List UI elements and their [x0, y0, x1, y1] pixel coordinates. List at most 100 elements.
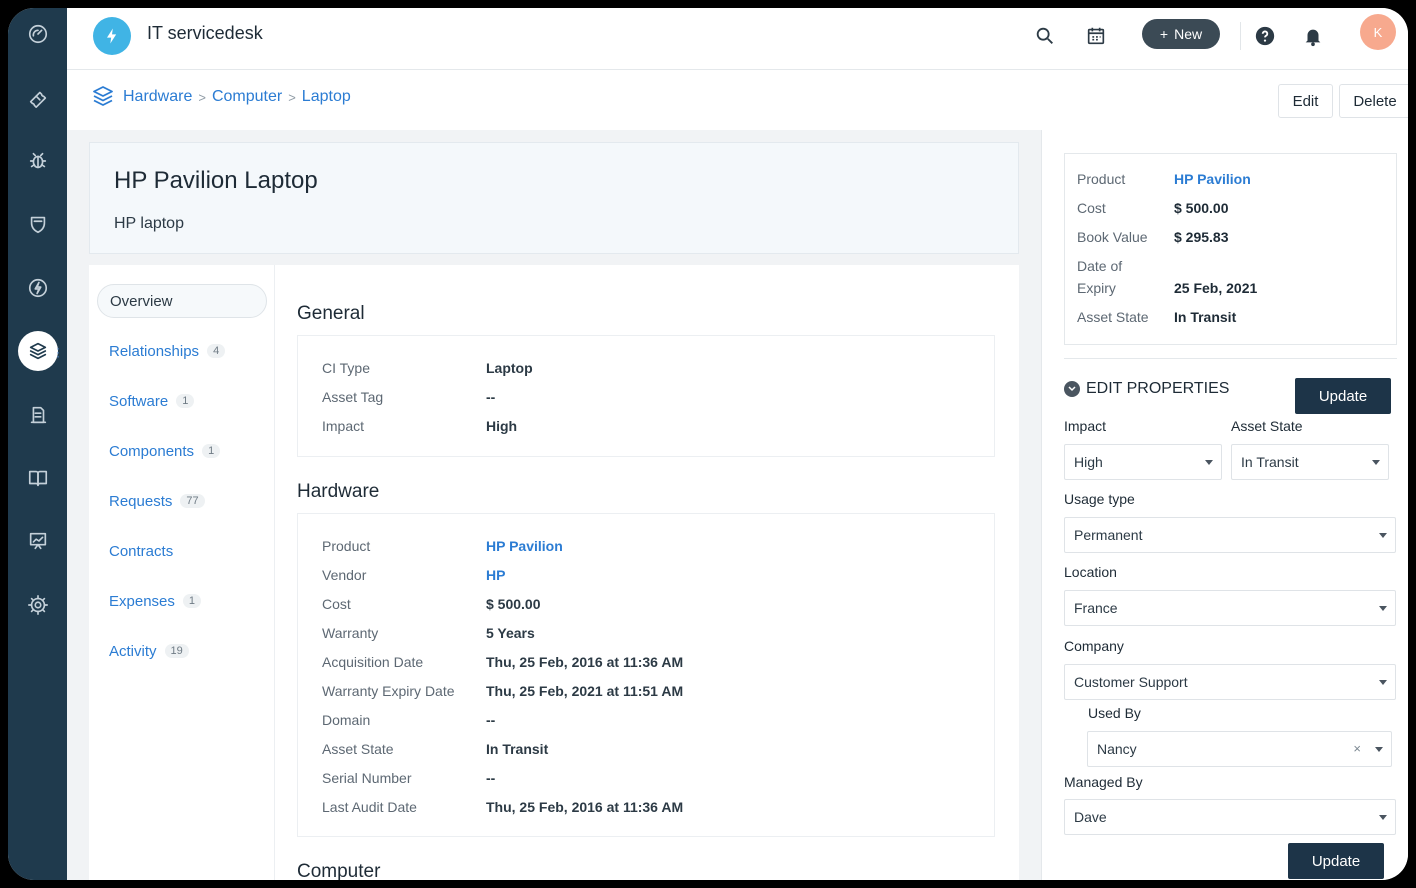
tab-label: Activity: [109, 642, 157, 660]
breadcrumb-separator: >: [198, 89, 206, 105]
section-title-hardware: Hardware: [297, 481, 380, 502]
field-label: Acquisition Date: [322, 654, 424, 670]
field-value: --: [486, 770, 496, 786]
breadcrumb-hardware[interactable]: Hardware: [123, 88, 192, 106]
caret-down-icon: [1379, 533, 1387, 538]
summary-label-line: Date of: [1077, 258, 1123, 274]
tab-label: Components: [109, 442, 195, 460]
summary-row: Date of Expiry 25 Feb, 2021: [1077, 255, 1257, 299]
search-icon[interactable]: [1030, 21, 1060, 51]
hardware-panel: Product HP Pavilion Vendor HP Cost $ 500…: [297, 513, 995, 837]
bell-icon[interactable]: [1298, 21, 1328, 51]
field-label: Asset State: [322, 741, 394, 757]
general-row: Asset Tag --: [322, 389, 495, 405]
tab-count: 1: [202, 444, 221, 458]
update-button-bottom[interactable]: Update: [1288, 843, 1384, 879]
summary-value: In Transit: [1174, 309, 1237, 325]
tab-count: 1: [176, 394, 195, 408]
dashboard-icon[interactable]: [18, 14, 58, 54]
tab-count: 1: [182, 594, 201, 608]
summary-row: Cost $ 500.00: [1077, 197, 1229, 219]
analytics-icon[interactable]: [18, 521, 58, 561]
product-link[interactable]: HP Pavilion: [486, 538, 563, 554]
lightning-icon[interactable]: [18, 268, 58, 308]
edit-properties-toggle[interactable]: EDIT PROPERTIES: [1064, 380, 1229, 398]
breadcrumb-bar: Hardware > Computer > Laptop Edit Delete: [67, 70, 1408, 130]
delete-button[interactable]: Delete: [1339, 84, 1408, 118]
tab-software[interactable]: Software 1: [97, 384, 267, 418]
shield-icon[interactable]: [18, 204, 58, 244]
calendar-icon[interactable]: [1081, 21, 1111, 51]
caret-down-icon: [1372, 460, 1380, 465]
tab-relationships[interactable]: Relationships 4: [97, 334, 267, 368]
select-value: Customer Support: [1074, 674, 1188, 690]
tab-contracts[interactable]: Contracts: [97, 534, 267, 568]
breadcrumb-separator: >: [288, 89, 296, 105]
select-value: Nancy: [1097, 741, 1137, 757]
app-logo[interactable]: [93, 17, 131, 55]
hardware-row: Warranty 5 Years: [322, 625, 535, 641]
breadcrumb-laptop[interactable]: Laptop: [302, 88, 351, 106]
caret-down-icon: [1379, 606, 1387, 611]
new-button[interactable]: + New: [1142, 19, 1220, 49]
assets-icon[interactable]: [18, 331, 58, 371]
detail-tabs: Overview Relationships 4 Software 1 Comp…: [89, 265, 275, 880]
select-value: Dave: [1074, 809, 1107, 825]
select-value: In Transit: [1241, 454, 1299, 470]
field-label: Warranty Expiry Date: [322, 683, 455, 699]
hardware-row: Domain --: [322, 712, 495, 728]
hardware-row: Last Audit Date Thu, 25 Feb, 2016 at 11:…: [322, 799, 683, 815]
tab-expenses[interactable]: Expenses 1: [97, 584, 267, 618]
field-label: Product: [322, 538, 371, 554]
summary-product-link[interactable]: HP Pavilion: [1174, 168, 1251, 190]
section-title-computer: Computer: [297, 861, 381, 880]
more-dots-icon: · · ·: [56, 341, 60, 363]
help-icon[interactable]: [1250, 21, 1280, 51]
bug-icon[interactable]: [18, 141, 58, 181]
tab-activity[interactable]: Activity 19: [97, 634, 267, 668]
page-title: HP Pavilion Laptop: [114, 167, 318, 194]
caret-down-icon: [1379, 680, 1387, 685]
summary-label: Date of Expiry: [1077, 255, 1174, 299]
book-icon[interactable]: [18, 458, 58, 498]
tab-components[interactable]: Components 1: [97, 434, 267, 468]
tab-count: 19: [164, 644, 189, 658]
summary-label: Cost: [1077, 200, 1106, 216]
impact-select[interactable]: High: [1064, 444, 1222, 480]
summary-value: $ 500.00: [1174, 200, 1229, 216]
tab-requests[interactable]: Requests 77: [97, 484, 267, 518]
managed-by-select[interactable]: Dave: [1064, 799, 1396, 835]
vendor-link[interactable]: HP: [486, 567, 505, 583]
gear-icon[interactable]: [18, 585, 58, 625]
update-button-top[interactable]: Update: [1295, 378, 1391, 414]
breadcrumb-computer[interactable]: Computer: [212, 88, 282, 106]
edit-button[interactable]: Edit: [1278, 84, 1333, 118]
company-select[interactable]: Customer Support: [1064, 664, 1396, 700]
assets-icon: [93, 86, 113, 106]
ticket-icon[interactable]: [18, 78, 58, 118]
summary-row: Product HP Pavilion: [1077, 168, 1251, 190]
general-row: Impact High: [322, 418, 517, 434]
used-by-select[interactable]: Nancy ×: [1087, 731, 1392, 767]
reports-icon[interactable]: [18, 395, 58, 435]
asset-state-select[interactable]: In Transit: [1231, 444, 1389, 480]
divider: [1064, 358, 1397, 359]
tab-overview[interactable]: Overview: [97, 284, 267, 318]
tab-count: 77: [180, 494, 205, 508]
sidebar: · · ·: [8, 8, 67, 880]
company-label: Company: [1064, 638, 1124, 654]
location-select[interactable]: France: [1064, 590, 1396, 626]
field-value: $ 500.00: [486, 596, 541, 612]
field-value: --: [486, 389, 496, 405]
divider: [1240, 22, 1241, 50]
avatar[interactable]: K: [1360, 14, 1396, 50]
tab-count: 4: [207, 344, 226, 358]
usage-type-select[interactable]: Permanent: [1064, 517, 1396, 553]
caret-down-icon: [1379, 815, 1387, 820]
field-label: Domain: [322, 712, 371, 728]
asset-state-label: Asset State: [1231, 418, 1303, 434]
caret-down-icon: [1375, 747, 1383, 752]
tab-label: Software: [109, 392, 169, 410]
app-title: IT servicedesk: [147, 23, 263, 43]
clear-icon[interactable]: ×: [1353, 741, 1361, 756]
